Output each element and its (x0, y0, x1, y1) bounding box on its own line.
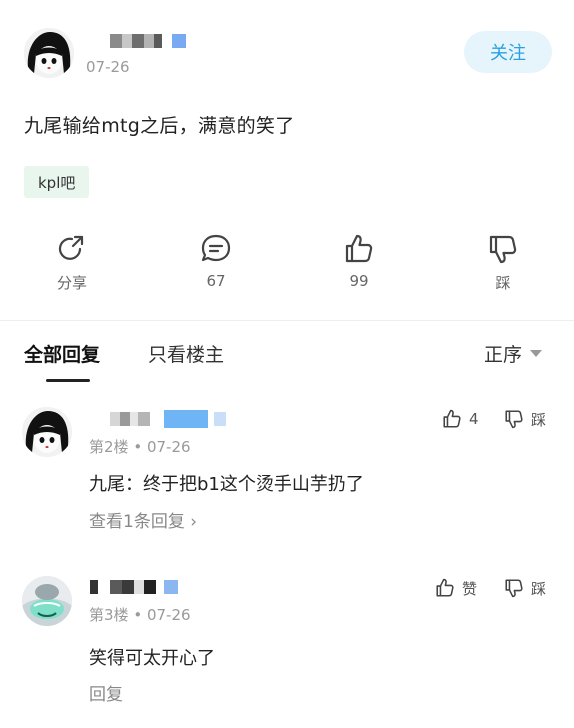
tab-op-only[interactable]: 只看楼主 (148, 340, 224, 367)
thumbs-down-icon (489, 235, 517, 264)
view-replies-link[interactable]: 查看1条回复 › (89, 507, 197, 532)
caret-down-icon (530, 350, 543, 357)
dislike-label: 踩 (495, 274, 511, 292)
forum-tag[interactable]: kpl吧 (24, 166, 90, 198)
comment-like-count: 4 (469, 410, 479, 428)
dislike-action[interactable]: 踩 (458, 232, 548, 293)
tab-all-replies[interactable]: 全部回复 (24, 340, 100, 367)
commenter-name-pixelated[interactable] (90, 580, 178, 594)
thumbs-up-icon (345, 234, 373, 263)
commenter-avatar[interactable] (22, 407, 72, 457)
comment-action[interactable]: 67 (171, 232, 261, 290)
sort-label: 正序 (484, 344, 523, 366)
share-icon (58, 235, 84, 260)
share-label: 分享 (56, 274, 87, 292)
post-date: 07-26 (86, 58, 130, 76)
post-body-text: 九尾输给mtg之后，满意的笑了 (24, 115, 295, 137)
comment-floor-meta: 第2楼 • 07-26 (89, 436, 191, 457)
comment-text: 笑得可太开心了 (89, 648, 215, 669)
comment-count: 67 (206, 272, 226, 290)
comment-dislike-label: 踩 (531, 410, 547, 429)
author-name-pixelated[interactable] (110, 34, 186, 48)
view-replies-label: 查看1条回复 (89, 512, 185, 532)
commenter-name-pixelated[interactable] (110, 410, 226, 428)
thumbs-down-icon (505, 579, 523, 598)
comment-icon (201, 234, 231, 262)
comment-like-label: 赞 (462, 579, 478, 598)
thumbs-up-icon (436, 578, 454, 597)
comment-date: 07-26 (146, 606, 191, 624)
sort-dropdown[interactable]: 正序 (484, 340, 543, 367)
comment-like-button[interactable]: 4 (441, 408, 479, 430)
comment-like-button[interactable]: 赞 (434, 577, 477, 599)
follow-button[interactable]: 关注 (464, 31, 552, 73)
reply-link[interactable]: 回复 (89, 680, 123, 705)
floor-number: 第3楼 (89, 606, 129, 624)
author-avatar[interactable] (24, 28, 74, 78)
section-divider (0, 320, 574, 321)
floor-number: 第2楼 (89, 438, 129, 456)
active-tab-indicator (46, 379, 90, 382)
chevron-right-icon: › (190, 512, 198, 532)
thumbs-up-icon (443, 409, 461, 428)
comment-floor-meta: 第3楼 • 07-26 (89, 604, 191, 625)
share-action[interactable]: 分享 (27, 232, 117, 293)
comment-dislike-button[interactable]: 踩 (503, 577, 546, 599)
meta-dot: • (133, 606, 147, 624)
meta-dot: • (133, 438, 147, 456)
comment-dislike-label: 踩 (531, 579, 547, 598)
comment-text: 九尾：终于把b1这个烫手山芋扔了 (89, 474, 364, 495)
commenter-avatar[interactable] (22, 576, 72, 626)
comment-dislike-button[interactable]: 踩 (503, 408, 546, 430)
like-action[interactable]: 99 (314, 232, 404, 290)
comment-date: 07-26 (146, 438, 191, 456)
like-count: 99 (349, 272, 369, 290)
thumbs-down-icon (505, 410, 523, 429)
